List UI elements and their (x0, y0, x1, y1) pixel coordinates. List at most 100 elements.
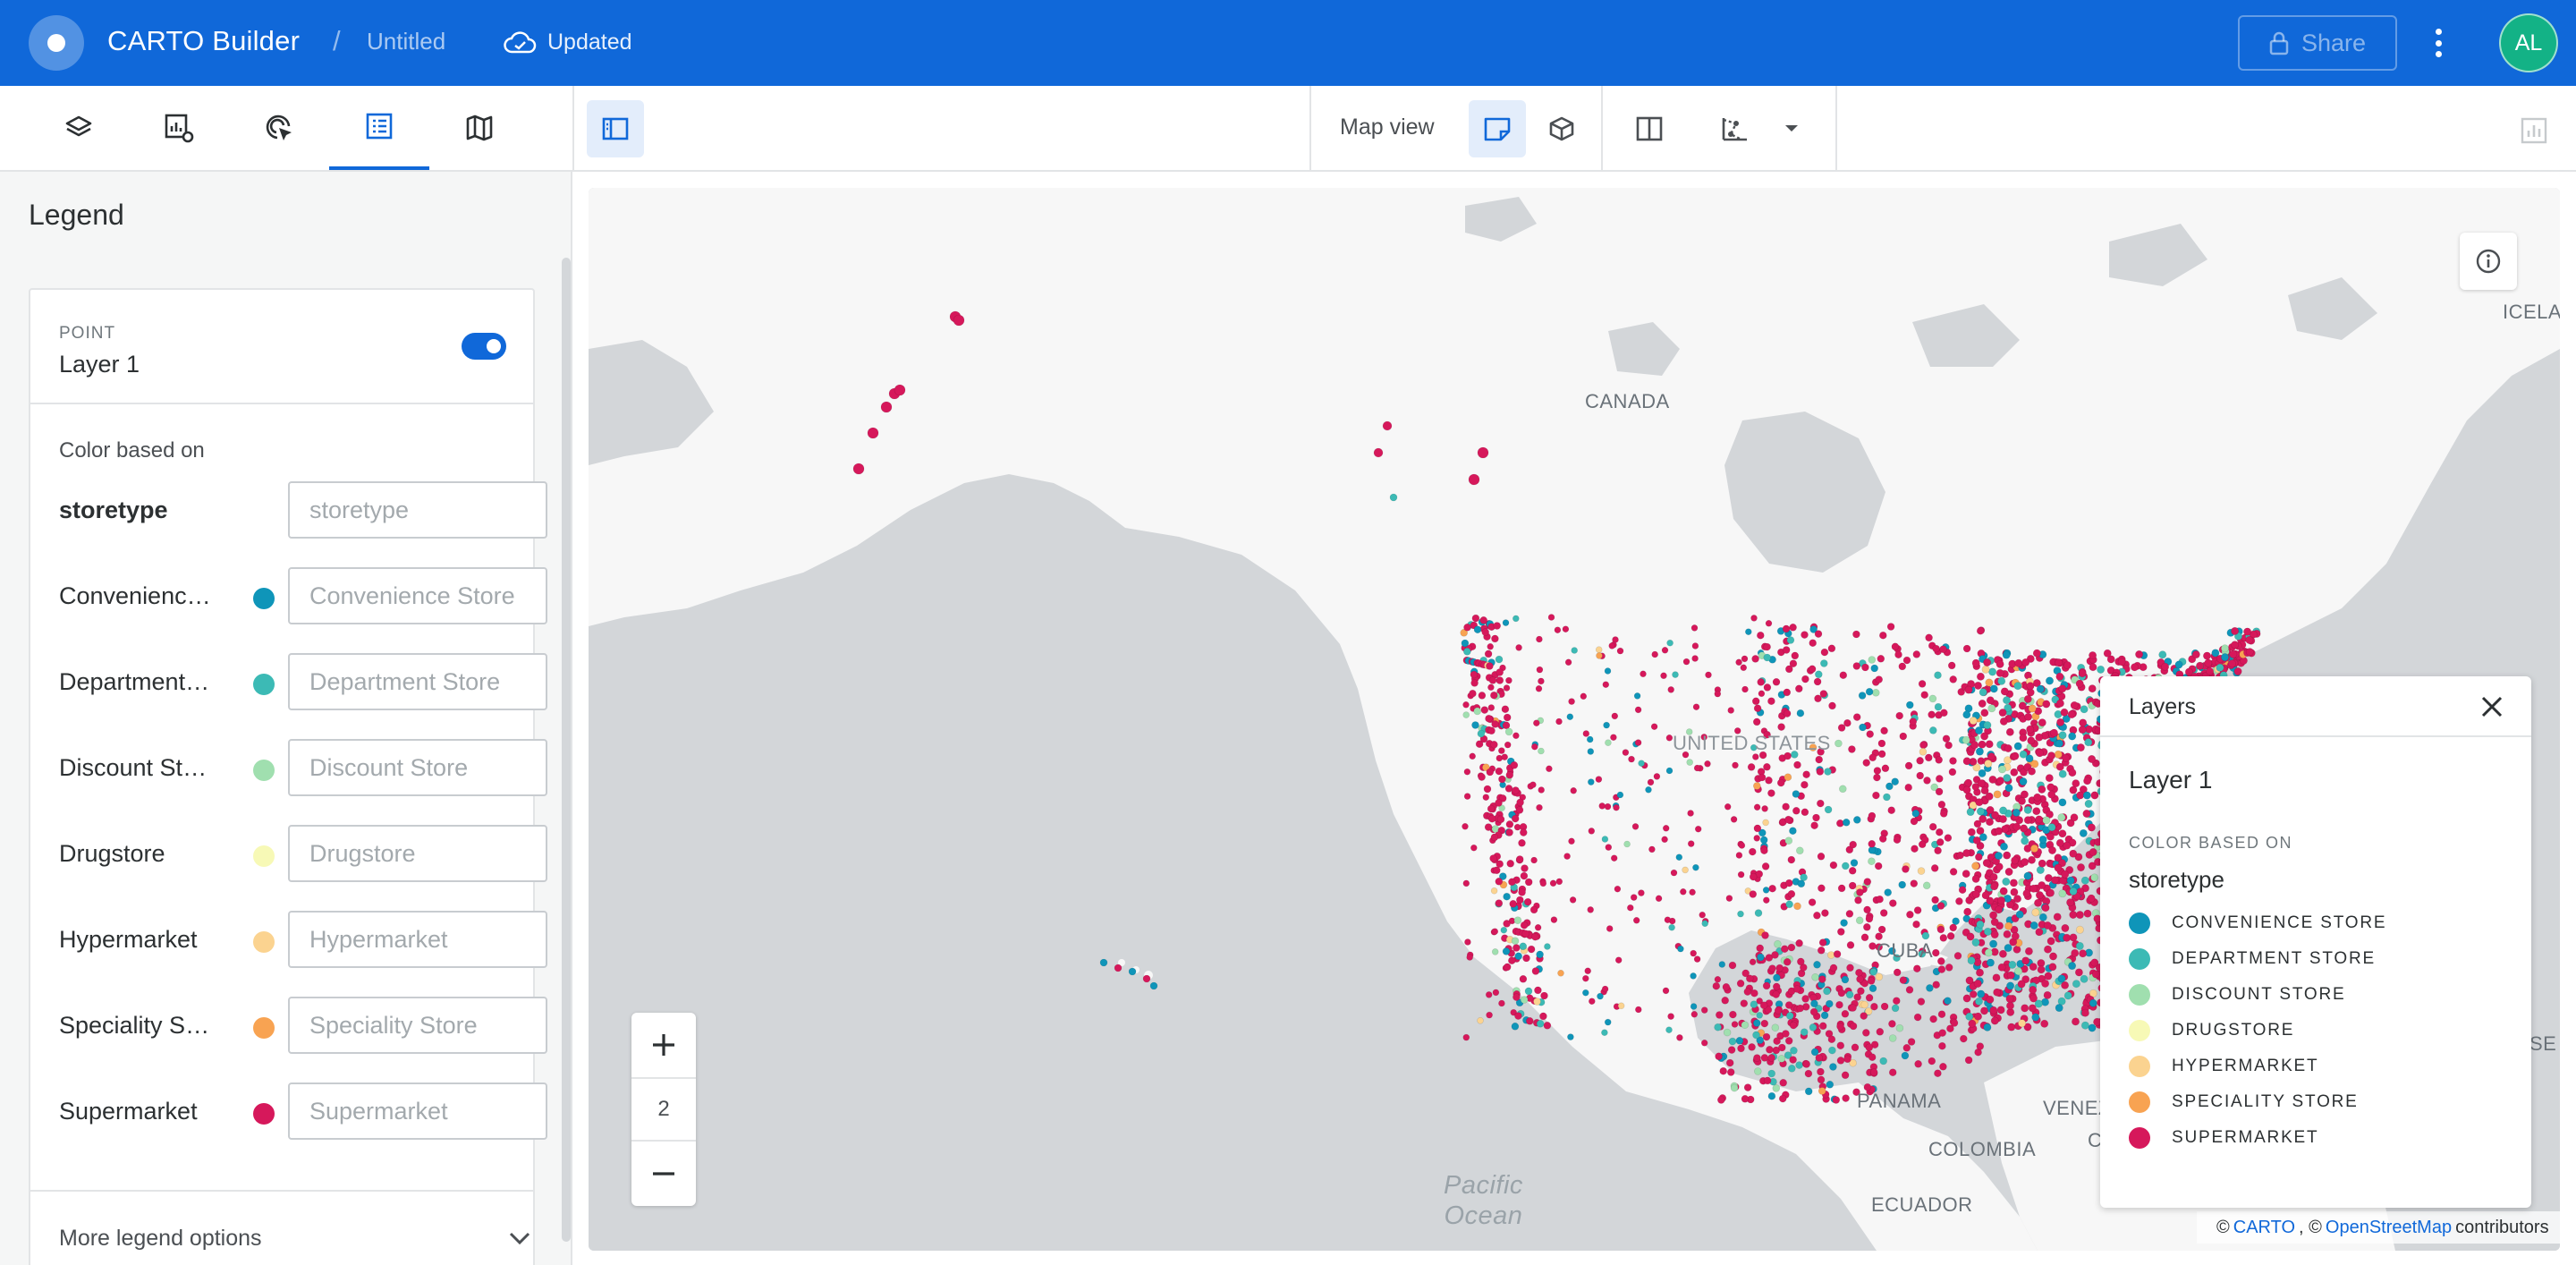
store-point (1989, 1006, 1998, 1015)
tab-widgets[interactable] (129, 86, 229, 170)
store-point (1630, 894, 1638, 901)
panel-scrollbar[interactable] (562, 258, 571, 1242)
category-label-input[interactable] (288, 825, 547, 882)
store-point (1889, 899, 1897, 907)
store-point (2022, 889, 2031, 898)
category-label-input[interactable] (288, 739, 547, 796)
store-point (1774, 939, 1782, 948)
category-label-input[interactable] (288, 567, 547, 624)
store-point (2090, 873, 2099, 882)
store-point (1772, 1084, 1781, 1092)
measure-tool-button[interactable] (1707, 100, 1764, 157)
store-point (1971, 890, 1980, 899)
store-point (1729, 1010, 1737, 1019)
store-point (1801, 631, 1809, 639)
store-point (2055, 762, 2064, 771)
store-point (1815, 670, 1823, 679)
store-point (1523, 897, 1532, 906)
category-label-input[interactable] (288, 1082, 547, 1140)
store-point (1854, 896, 1862, 904)
store-point (1919, 747, 1928, 756)
tab-basemap[interactable] (429, 86, 530, 170)
store-point (2131, 663, 2140, 672)
category-label-input[interactable] (288, 911, 547, 968)
share-button[interactable]: Share (2238, 15, 2397, 71)
store-point (1493, 622, 1502, 630)
avatar[interactable]: AL (2499, 13, 2558, 72)
zoom-in-button[interactable] (631, 1013, 696, 1077)
store-point (1762, 1032, 1771, 1041)
store-point (1501, 705, 1510, 714)
store-point (1802, 1060, 1810, 1068)
split-view-button[interactable] (1621, 100, 1678, 157)
store-point (852, 463, 865, 475)
widgets-panel-icon[interactable] (2513, 111, 2555, 150)
store-point (1862, 759, 1870, 767)
carto-link[interactable]: CARTO (2233, 1218, 2295, 1238)
zoom-out-button[interactable] (631, 1142, 696, 1206)
store-point (1763, 642, 1771, 651)
store-point (1936, 902, 1945, 910)
store-point (1763, 762, 1771, 771)
store-point (1128, 967, 1137, 976)
store-point (2041, 904, 2050, 913)
store-point (1934, 846, 1942, 855)
store-point (1520, 871, 1529, 880)
tab-interactions[interactable] (229, 86, 329, 170)
chevron-down-icon[interactable] (1778, 120, 1805, 138)
store-point (1789, 659, 1798, 668)
store-point (1781, 945, 1789, 954)
store-point (1767, 1091, 1776, 1100)
map-info-button[interactable] (2460, 233, 2517, 290)
map-view-3d-button[interactable] (1533, 100, 1590, 157)
store-point (1971, 658, 1980, 667)
osm-link[interactable]: OpenStreetMap (2326, 1218, 2452, 1238)
store-point (1790, 1046, 1798, 1055)
map-name[interactable]: Untitled (367, 28, 445, 55)
store-point (1665, 734, 1674, 742)
close-icon[interactable] (2474, 689, 2510, 725)
tab-legend[interactable] (329, 86, 429, 170)
store-point (1815, 1054, 1824, 1062)
store-point (2021, 1004, 2029, 1013)
more-options-icon[interactable] (2428, 25, 2449, 61)
store-point (1853, 816, 1861, 824)
store-point (1513, 993, 1521, 1001)
store-point (2075, 925, 2084, 934)
chevron-down-icon[interactable] (506, 1227, 533, 1249)
field-title-input[interactable] (288, 481, 547, 539)
store-point (1852, 713, 1861, 721)
store-point (1568, 837, 1575, 845)
layer-visibility-toggle[interactable] (462, 333, 506, 360)
more-legend-options[interactable]: More legend options (59, 1226, 262, 1252)
store-point (1587, 748, 1595, 755)
store-point (1795, 938, 1803, 947)
store-point (1462, 700, 1470, 709)
store-point (1932, 644, 1940, 653)
store-point (1953, 952, 1962, 960)
store-point (1819, 690, 1828, 698)
store-point (1937, 800, 1946, 809)
store-point (2082, 809, 2091, 818)
store-point (2020, 824, 2029, 833)
store-point (1505, 770, 1514, 779)
store-point (2158, 650, 2167, 659)
store-point (2045, 774, 2054, 783)
panel-toggle-button[interactable] (587, 100, 644, 157)
store-point (2135, 649, 2144, 658)
store-point (1557, 969, 1564, 977)
store-point (1991, 811, 2000, 819)
store-point (1730, 1083, 1739, 1092)
store-point (1606, 925, 1614, 932)
map-view-2d-button[interactable] (1469, 100, 1526, 157)
store-point (1743, 988, 1752, 996)
store-point (2061, 923, 2070, 932)
tab-layers[interactable] (29, 86, 129, 170)
store-point (1763, 1076, 1772, 1085)
store-point (1925, 633, 1933, 642)
carto-logo-icon[interactable] (29, 15, 84, 71)
lock-icon (2269, 31, 2289, 55)
category-label-input[interactable] (288, 997, 547, 1054)
category-label-input[interactable] (288, 653, 547, 710)
store-point (1936, 828, 1944, 836)
